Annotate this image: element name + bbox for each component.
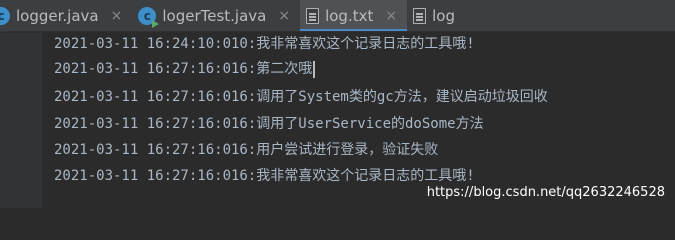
java-class-icon: c — [0, 7, 10, 25]
editor-tab-bar: c logger.java × c logerTest.java × log.t… — [0, 0, 675, 32]
tab-label: log — [432, 7, 455, 25]
java-runnable-class-icon: c — [138, 7, 160, 28]
log-line: 2021-03-11 16:27:16:016:第二次哦 — [54, 59, 315, 79]
editor-gutter — [0, 33, 42, 208]
close-icon[interactable]: × — [278, 8, 290, 24]
tab-label: logerTest.java — [162, 7, 267, 25]
log-line: 2021-03-11 16:27:16:016:我非常喜欢这个记录日志的工具哦! — [54, 168, 475, 184]
tab-label: log.txt — [325, 7, 374, 25]
text-caret — [313, 60, 315, 78]
log-line: 2021-03-11 16:24:10:010:我非常喜欢这个记录日志的工具哦! — [54, 36, 475, 52]
tab-logger-java[interactable]: c logger.java × — [0, 0, 132, 31]
tab-log-txt[interactable]: log.txt × — [300, 0, 408, 31]
log-line: 2021-03-11 16:27:16:016:调用了System类的gc方法，… — [54, 89, 548, 105]
watermark: https://blog.csdn.net/qq2632246528 — [426, 185, 665, 200]
text-editor[interactable]: 2021-03-11 16:24:10:010:我非常喜欢这个记录日志的工具哦!… — [42, 33, 675, 208]
tab-label: logger.java — [16, 7, 99, 25]
tab-logertest-java[interactable]: c logerTest.java × — [132, 0, 300, 31]
log-line: 2021-03-11 16:27:16:016:调用了UserService的d… — [54, 116, 484, 132]
text-file-icon — [413, 8, 427, 24]
close-icon[interactable]: × — [385, 8, 397, 24]
tab-log[interactable]: log — [407, 0, 465, 31]
close-icon[interactable]: × — [111, 8, 123, 24]
text-file-icon — [306, 8, 320, 24]
log-line: 2021-03-11 16:27:16:016:用户尝试进行登录，验证失败 — [54, 142, 439, 158]
